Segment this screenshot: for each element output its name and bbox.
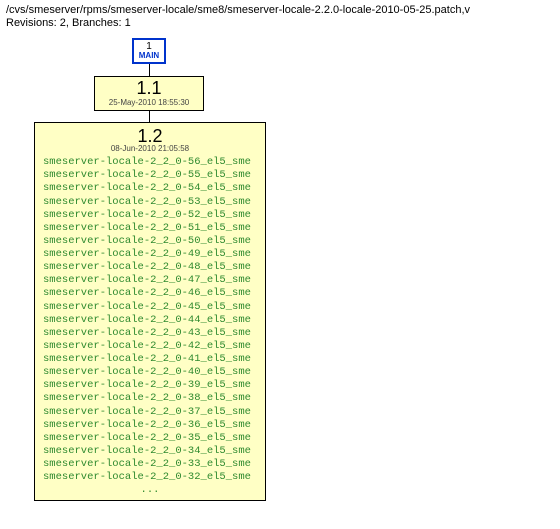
line-main-to-1-1: [149, 64, 150, 76]
tag-item: smeserver-locale-2_2_0-55_el5_sme: [43, 169, 257, 182]
tag-item: smeserver-locale-2_2_0-36_el5_sme: [43, 419, 257, 432]
tag-item: smeserver-locale-2_2_0-33_el5_sme: [43, 458, 257, 471]
revisions-meta: Revisions: 2, Branches: 1: [6, 17, 554, 30]
tag-item: smeserver-locale-2_2_0-53_el5_sme: [43, 196, 257, 209]
branch-main[interactable]: 1 MAIN: [132, 38, 166, 64]
tag-item: smeserver-locale-2_2_0-50_el5_sme: [43, 235, 257, 248]
tag-item: smeserver-locale-2_2_0-51_el5_sme: [43, 222, 257, 235]
tag-item: smeserver-locale-2_2_0-47_el5_sme: [43, 274, 257, 287]
revision-1-1[interactable]: 1.1 25-May-2010 18:55:30: [94, 76, 204, 111]
tag-item: smeserver-locale-2_2_0-34_el5_sme: [43, 445, 257, 458]
tag-item: smeserver-locale-2_2_0-42_el5_sme: [43, 340, 257, 353]
tag-item: smeserver-locale-2_2_0-49_el5_sme: [43, 248, 257, 261]
tag-item: smeserver-locale-2_2_0-41_el5_sme: [43, 353, 257, 366]
tag-item: smeserver-locale-2_2_0-45_el5_sme: [43, 301, 257, 314]
revision-1-2-date: 08-Jun-2010 21:05:58: [43, 145, 257, 154]
tag-item: smeserver-locale-2_2_0-43_el5_sme: [43, 327, 257, 340]
revision-1-2-tags: smeserver-locale-2_2_0-56_el5_smesmeserv…: [43, 156, 257, 484]
tag-item: smeserver-locale-2_2_0-54_el5_sme: [43, 182, 257, 195]
tag-item: smeserver-locale-2_2_0-39_el5_sme: [43, 379, 257, 392]
tag-item: smeserver-locale-2_2_0-37_el5_sme: [43, 406, 257, 419]
tag-item: smeserver-locale-2_2_0-44_el5_sme: [43, 314, 257, 327]
revision-1-2-number: 1.2: [43, 127, 257, 145]
tag-item: smeserver-locale-2_2_0-38_el5_sme: [43, 392, 257, 405]
tag-item: smeserver-locale-2_2_0-46_el5_sme: [43, 287, 257, 300]
tag-item: smeserver-locale-2_2_0-52_el5_sme: [43, 209, 257, 222]
revision-1-2[interactable]: 1.2 08-Jun-2010 21:05:58 smeserver-local…: [34, 122, 266, 500]
revision-graph: 1 MAIN 1.1 25-May-2010 18:55:30 1.2 08-J…: [6, 32, 554, 522]
branch-main-label: MAIN: [138, 52, 160, 60]
revision-1-2-ellipsis: ...: [43, 485, 257, 496]
tag-item: smeserver-locale-2_2_0-56_el5_sme: [43, 156, 257, 169]
file-path: /cvs/smeserver/rpms/smeserver-locale/sme…: [6, 4, 554, 17]
revision-1-1-date: 25-May-2010 18:55:30: [99, 99, 199, 108]
tag-item: smeserver-locale-2_2_0-40_el5_sme: [43, 366, 257, 379]
revision-1-1-number: 1.1: [99, 79, 199, 99]
tag-item: smeserver-locale-2_2_0-35_el5_sme: [43, 432, 257, 445]
tag-item: smeserver-locale-2_2_0-48_el5_sme: [43, 261, 257, 274]
tag-item: smeserver-locale-2_2_0-32_el5_sme: [43, 471, 257, 484]
